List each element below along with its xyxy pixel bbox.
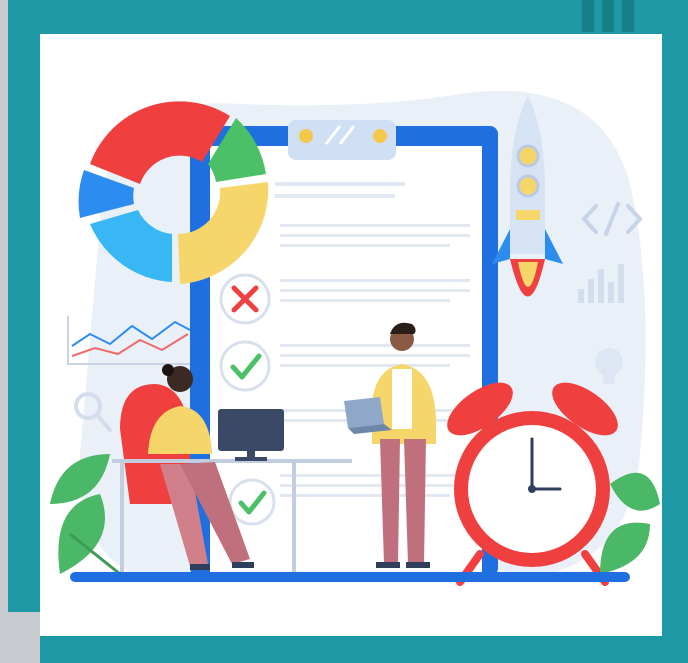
floor-line: [70, 572, 630, 582]
cross-icon: [219, 273, 271, 325]
project-planning-illustration: [50, 90, 660, 586]
frame-bottom-edge: [0, 612, 40, 663]
illustration-canvas: [40, 34, 662, 636]
checkmark-icon: [219, 340, 271, 392]
corner-stripes: [582, 0, 642, 32]
checkmark-icon-bottom: [228, 478, 276, 526]
frame-left-edge: [0, 0, 8, 615]
